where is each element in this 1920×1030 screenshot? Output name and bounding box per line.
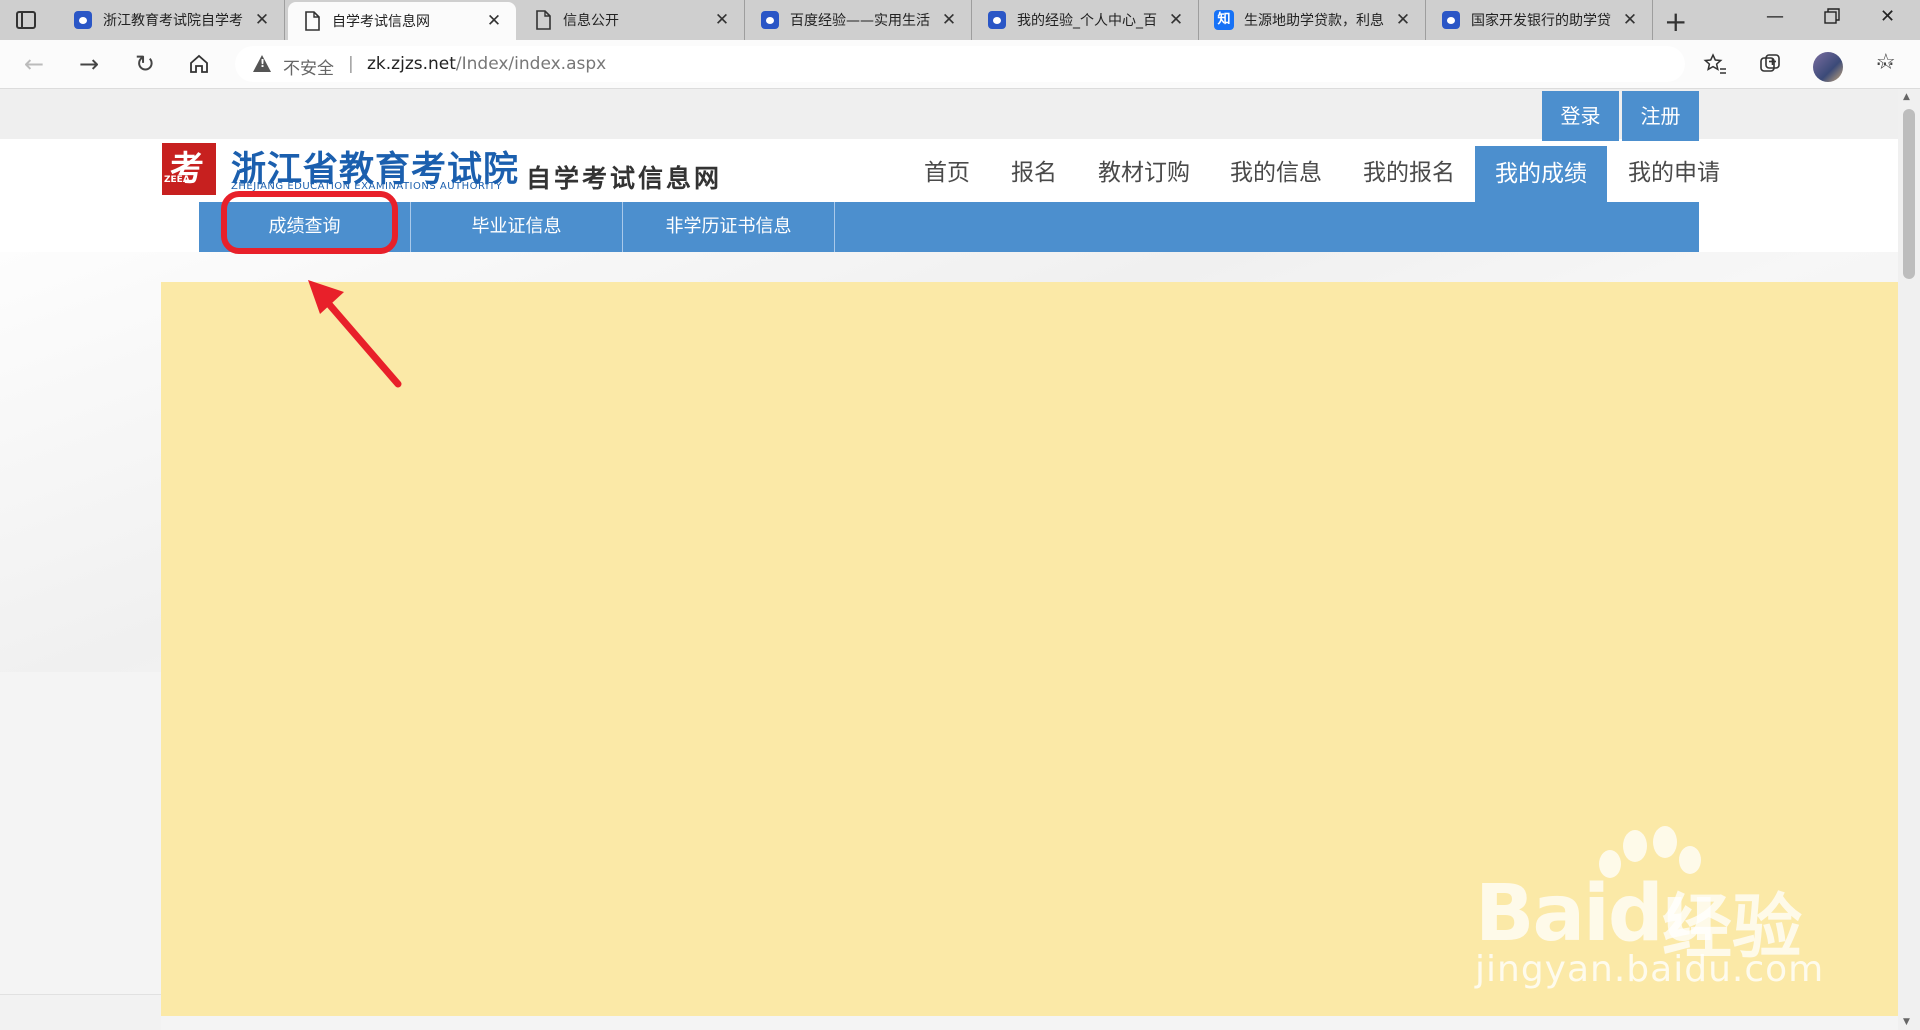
annotation-highlight (221, 191, 398, 254)
back-icon[interactable]: ← (17, 47, 51, 81)
nav-my-scores[interactable]: 我的成绩 (1475, 146, 1607, 202)
subnav-non-degree-cert[interactable]: 非学历证书信息 (623, 202, 835, 252)
tab-info-disclosure[interactable]: 信息公开 ✕ (519, 0, 745, 40)
tab-strip: 浙江教育考试院自学考 ✕ 自学考试信息网 ✕ 信息公开 ✕ 百度经验——实用生活… (0, 0, 1920, 40)
nav-textbook-order[interactable]: 教材订购 (1098, 153, 1190, 193)
address-bar[interactable]: 不安全 | zk.zjzs.net/Index/index.aspx ☆ (235, 46, 1896, 82)
tab-title: 我的经验_个人中心_百 (1017, 13, 1157, 29)
nav-my-application[interactable]: 我的申请 (1628, 153, 1720, 193)
close-icon[interactable]: ✕ (1620, 10, 1640, 30)
scroll-thumb[interactable] (1903, 109, 1915, 279)
subnav-diploma-info[interactable]: 毕业证信息 (411, 202, 623, 252)
close-window-icon[interactable]: ✕ (1880, 6, 1895, 27)
new-tab-button[interactable]: + (1664, 5, 1687, 38)
tab-title: 国家开发银行的助学贷 (1471, 13, 1611, 29)
favorites-icon[interactable] (1698, 47, 1732, 81)
tab-zhejiang-exam[interactable]: 浙江教育考试院自学考 ✕ (59, 0, 285, 40)
restore-icon[interactable] (1824, 8, 1840, 29)
profile-avatar[interactable] (1813, 52, 1843, 82)
refresh-icon[interactable]: ↻ (128, 47, 162, 81)
tab-title: 浙江教育考试院自学考 (103, 13, 243, 29)
annotation-arrow-icon (308, 280, 402, 388)
nav-my-registration[interactable]: 我的报名 (1363, 153, 1455, 193)
close-icon[interactable]: ✕ (939, 10, 959, 30)
browser-toolbar: ← → ↻ 不安全 | zk.zjzs.net/Index/index.aspx… (0, 40, 1920, 89)
minimize-icon[interactable]: — (1766, 6, 1784, 27)
tab-baidu-jingyan[interactable]: 百度经验——实用生活 ✕ (746, 0, 972, 40)
scroll-up-icon[interactable]: ▲ (1903, 92, 1910, 102)
tab-actions-icon[interactable] (14, 9, 38, 31)
baidu-icon (1441, 10, 1461, 30)
page-scrollbar[interactable]: ▲ ▼ (1898, 89, 1920, 1030)
close-icon[interactable]: ✕ (1393, 10, 1413, 30)
warning-icon (253, 55, 271, 72)
more-options-icon[interactable]: ··· (1868, 47, 1902, 81)
baidu-icon (987, 10, 1007, 30)
nav-home[interactable]: 首页 (924, 153, 970, 193)
close-icon[interactable]: ✕ (484, 11, 504, 31)
tab-self-study-info[interactable]: 自学考试信息网 ✕ (288, 2, 516, 40)
insecure-label: 不安全 (283, 59, 334, 79)
tab-title: 自学考试信息网 (332, 14, 430, 30)
nav-register[interactable]: 报名 (1011, 153, 1057, 193)
tab-title: 生源地助学贷款，利息 (1244, 13, 1384, 29)
tab-cdb-loan[interactable]: 国家开发银行的助学贷 ✕ (1427, 0, 1653, 40)
tab-my-jingyan[interactable]: 我的经验_个人中心_百 ✕ (973, 0, 1199, 40)
collections-icon[interactable] (1753, 47, 1787, 81)
tab-student-loan[interactable]: 知 生源地助学贷款，利息 ✕ (1200, 0, 1426, 40)
close-icon[interactable]: ✕ (712, 10, 732, 30)
login-button[interactable]: 登录 (1542, 91, 1619, 141)
home-icon[interactable] (182, 47, 216, 81)
page-icon (302, 11, 322, 31)
forward-icon[interactable]: → (72, 47, 106, 81)
scroll-down-icon[interactable]: ▼ (1903, 1017, 1910, 1027)
baidu-icon (73, 10, 93, 30)
tab-title: 百度经验——实用生活 (790, 13, 930, 29)
watermark-url: jingyan.baidu.com (1475, 949, 1825, 990)
close-icon[interactable]: ✕ (252, 10, 272, 30)
sub-navigation: 成绩查询 毕业证信息 非学历证书信息 (199, 202, 1699, 252)
web-page: 登录 注册 考 ZEEA 浙江省教育考试院 ZHEJIANG EDUCATION… (0, 89, 1898, 1030)
url-text[interactable]: zk.zjzs.net/Index/index.aspx (367, 54, 606, 74)
site-subtitle: 自学考试信息网 (526, 164, 723, 193)
tab-title: 信息公开 (563, 13, 619, 29)
close-icon[interactable]: ✕ (1166, 10, 1186, 30)
logo-emblem: 考 ZEEA (162, 143, 216, 195)
baidu-icon (760, 10, 780, 30)
zhihu-icon: 知 (1214, 10, 1234, 30)
register-button[interactable]: 注册 (1622, 91, 1699, 141)
page-icon (533, 10, 553, 30)
nav-my-info[interactable]: 我的信息 (1230, 153, 1322, 193)
